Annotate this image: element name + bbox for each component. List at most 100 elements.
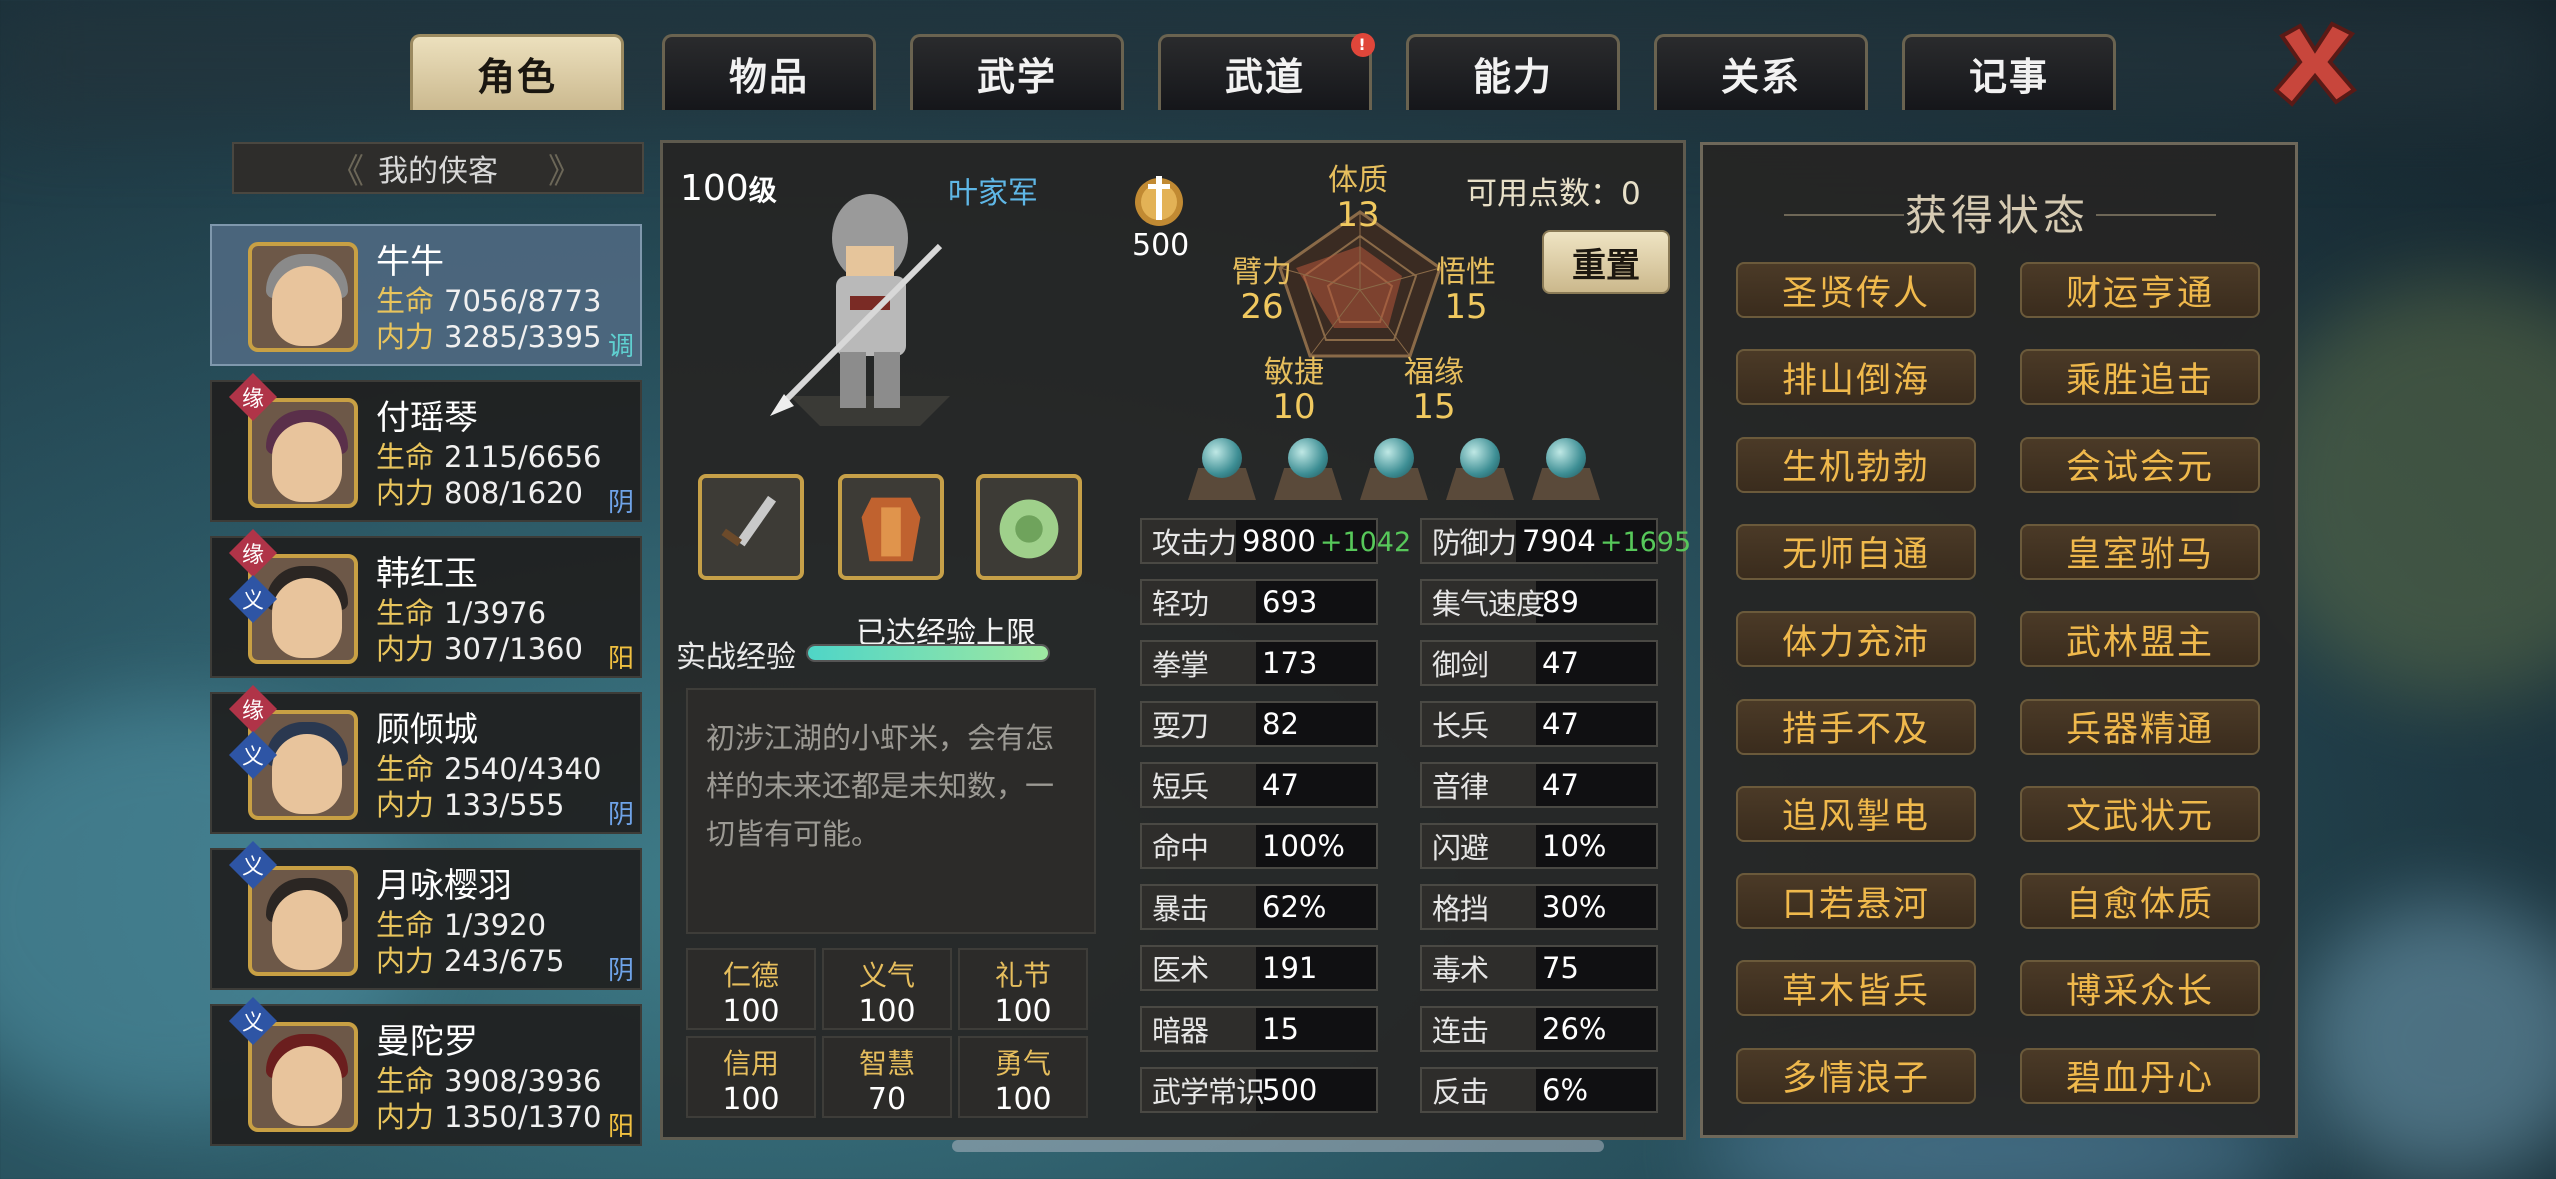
character-card[interactable]: 韩红玉 生命 1/3976 内力 307/1360 阳缘义 — [210, 528, 642, 678]
status-item[interactable]: 文武状元 — [2020, 785, 2260, 842]
stat-row: 暴击 62% — [1140, 884, 1378, 930]
stat-row: 防御力 7904 +1695 — [1420, 518, 1691, 564]
sword-icon — [721, 495, 777, 547]
orb-slot[interactable] — [1532, 438, 1600, 502]
virtue-cell: 礼节 100 — [958, 948, 1088, 1030]
tab-journal[interactable]: 记事 — [1902, 34, 2116, 110]
status-item[interactable]: 自愈体质 — [2020, 873, 2260, 930]
status-item[interactable]: 排山倒海 — [1736, 349, 1976, 406]
tab-items[interactable]: 物品 — [662, 34, 876, 110]
reset-button[interactable]: 重置 — [1542, 230, 1670, 294]
tab-label: 武学 — [976, 55, 1057, 99]
stat-row: 连击 26% — [1420, 1006, 1658, 1052]
status-item[interactable]: 碧血丹心 — [2020, 1047, 2260, 1104]
status-item[interactable]: 财运亨通 — [2020, 262, 2260, 318]
weapon-slot[interactable] — [698, 474, 804, 580]
exp-fill — [808, 646, 1048, 660]
armor-slot[interactable] — [838, 474, 944, 580]
status-item[interactable]: 博采众长 — [2020, 960, 2260, 1017]
orb-slot[interactable] — [1446, 438, 1514, 502]
tab-label: 记事 — [1968, 55, 2049, 99]
tab-role[interactable]: 角色 — [410, 34, 624, 110]
mp-row: 内力 808/1620 — [376, 476, 583, 510]
accessory-slot[interactable] — [976, 474, 1082, 580]
character-card[interactable]: 牛牛 生命 7056/8773 内力 3285/3395 调 — [210, 224, 642, 366]
status-item[interactable]: 口若悬河 — [1736, 873, 1976, 930]
close-icon[interactable] — [2270, 18, 2360, 108]
status-item[interactable]: 无师自通 — [1736, 523, 1976, 580]
hero-sprite — [770, 194, 950, 426]
stat-row: 耍刀 82 — [1140, 701, 1378, 747]
status-item[interactable]: 草木皆兵 — [1736, 960, 1976, 1017]
mp-row: 内力 243/675 — [376, 944, 565, 978]
alignment-tag: 调 — [607, 332, 634, 362]
horizontal-scrollbar[interactable] — [952, 1140, 1604, 1152]
roster-title-text: 我的侠客 — [378, 154, 498, 189]
stat-row: 音律 47 — [1420, 762, 1658, 808]
attr-comprehension: 悟性 15 — [1436, 255, 1496, 327]
orb-slot[interactable] — [1188, 438, 1256, 502]
power-icon — [1135, 176, 1183, 226]
stat-row: 集气速度 89 — [1420, 579, 1658, 625]
status-item[interactable]: 皇室驸马 — [2020, 523, 2260, 580]
stat-row: 拳掌 173 — [1140, 640, 1378, 686]
status-title: 获得状态 — [1904, 191, 2089, 240]
roster-title: 《 我的侠客 》 — [232, 142, 644, 194]
tab-label: 武道 — [1224, 55, 1305, 99]
character-card[interactable]: 曼陀罗 生命 3908/3936 内力 1350/1370 阳义 — [210, 996, 642, 1146]
orb-slot[interactable] — [1274, 438, 1342, 502]
available-points: 可用点数：0 — [1466, 176, 1641, 212]
character-card[interactable]: 付瑶琴 生命 2115/6656 内力 808/1620 阴缘 — [210, 372, 642, 522]
tab-martial-arts[interactable]: 武学 — [910, 34, 1124, 110]
status-item[interactable]: 追风掣电 — [1736, 785, 1976, 842]
avatar — [248, 242, 358, 352]
left-chevron-icon: 《 — [330, 151, 364, 192]
tab-relations[interactable]: 关系 — [1654, 34, 1868, 110]
tab-abilities[interactable]: 能力 — [1406, 34, 1620, 110]
tab-label: 关系 — [1720, 55, 1801, 99]
virtue-cell: 智慧 70 — [822, 1036, 952, 1118]
status-item[interactable]: 多情浪子 — [1736, 1047, 1976, 1104]
attr-constitution: 体质 13 — [1328, 163, 1388, 235]
alert-badge: ! — [1351, 33, 1375, 57]
alignment-tag: 阴 — [607, 488, 634, 518]
stat-row: 短兵 47 — [1140, 762, 1378, 808]
stat-row: 医术 191 — [1140, 945, 1378, 991]
character-name: 付瑶琴 — [376, 398, 478, 438]
status-item[interactable]: 措手不及 — [1736, 698, 1976, 755]
attr-strength: 臂力 26 — [1232, 255, 1292, 327]
character-card[interactable]: 月咏樱羽 生命 1/3920 内力 243/675 阴义 — [210, 840, 642, 990]
virtue-cell: 勇气 100 — [958, 1036, 1088, 1118]
mp-row: 内力 3285/3395 — [376, 320, 602, 354]
virtue-cell: 信用 100 — [686, 1036, 816, 1118]
status-item[interactable]: 乘胜追击 — [2020, 349, 2260, 406]
status-item[interactable]: 体力充沛 — [1736, 611, 1976, 668]
stat-row: 毒术 75 — [1420, 945, 1658, 991]
character-card[interactable]: 顾倾城 生命 2540/4340 内力 133/555 阴缘义 — [210, 684, 642, 834]
alignment-tag: 阳 — [607, 644, 634, 674]
alignment-tag: 阴 — [607, 800, 634, 830]
status-item[interactable]: 武林盟主 — [2020, 611, 2260, 668]
orb-slot[interactable] — [1360, 438, 1428, 502]
tab-label: 物品 — [728, 55, 809, 99]
tab-label: 角色 — [476, 55, 557, 99]
avatar — [248, 1022, 358, 1132]
character-name: 牛牛 — [376, 242, 444, 282]
status-item[interactable]: 圣贤传人 — [1736, 262, 1976, 318]
virtue-cell: 仁德 100 — [686, 948, 816, 1030]
stat-row: 御剑 47 — [1420, 640, 1658, 686]
mp-row: 内力 1350/1370 — [376, 1100, 602, 1134]
character-name: 顾倾城 — [376, 710, 478, 750]
character-description: 初涉江湖的小虾米，会有怎样的未来还都是未知数，一切皆有可能。 — [686, 688, 1096, 934]
status-item[interactable]: 生机勃勃 — [1736, 436, 1976, 493]
status-item[interactable]: 会试会元 — [2020, 436, 2260, 493]
tab-wudao[interactable]: 武道! — [1158, 33, 1375, 110]
stat-row: 闪避 10% — [1420, 823, 1658, 869]
power-value: 500 — [1132, 228, 1190, 263]
stat-row: 反击 6% — [1420, 1067, 1658, 1113]
mp-row: 内力 133/555 — [376, 788, 565, 822]
exp-bar — [806, 644, 1050, 662]
stat-row: 暗器 15 — [1140, 1006, 1378, 1052]
status-item[interactable]: 兵器精通 — [2020, 698, 2260, 755]
stat-row: 武学常识 500 — [1140, 1067, 1378, 1113]
